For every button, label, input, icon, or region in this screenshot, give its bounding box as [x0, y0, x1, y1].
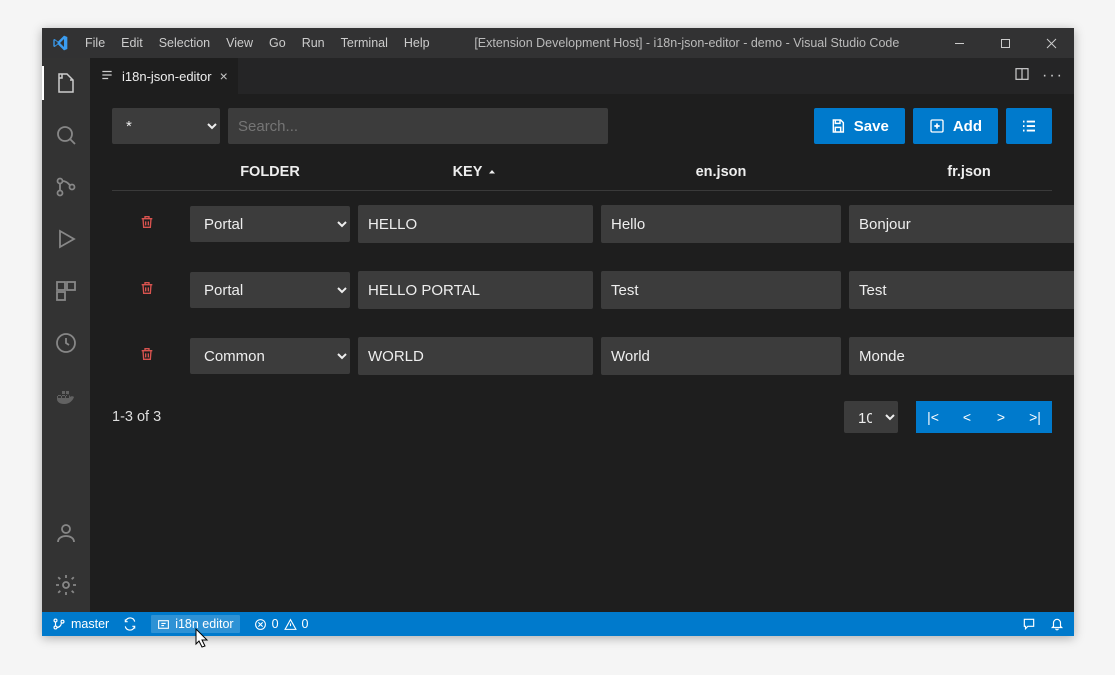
- tab-close-icon[interactable]: ×: [220, 68, 228, 84]
- split-editor-icon[interactable]: [1014, 66, 1030, 87]
- add-button[interactable]: Add: [913, 108, 998, 144]
- view-toggle-button[interactable]: [1006, 108, 1052, 144]
- add-button-label: Add: [953, 118, 982, 135]
- menu-edit[interactable]: Edit: [113, 36, 151, 50]
- folder-filter-select[interactable]: *: [112, 108, 220, 144]
- delete-row-icon[interactable]: [112, 346, 182, 367]
- editor-area: * Save Add: [90, 94, 1074, 612]
- menu-go[interactable]: Go: [261, 36, 294, 50]
- search-input[interactable]: [228, 108, 608, 144]
- tab-icon: [100, 68, 114, 85]
- menu-terminal[interactable]: Terminal: [333, 36, 396, 50]
- status-bell-icon[interactable]: [1050, 617, 1064, 631]
- pagination-summary: 1-3 of 3: [112, 409, 161, 425]
- extensions-icon[interactable]: [42, 274, 90, 308]
- maximize-button[interactable]: [982, 28, 1028, 58]
- activity-bar: [42, 58, 90, 612]
- pager: |< < > >|: [916, 401, 1052, 433]
- vscode-logo-icon: [42, 35, 77, 51]
- pager-prev-button[interactable]: <: [950, 401, 984, 433]
- row-fr-input[interactable]: [849, 205, 1074, 243]
- delete-row-icon[interactable]: [112, 280, 182, 301]
- source-control-icon[interactable]: [42, 170, 90, 204]
- run-debug-icon[interactable]: [42, 222, 90, 256]
- menu-file[interactable]: File: [77, 36, 113, 50]
- row-folder-select[interactable]: Portal: [190, 272, 350, 308]
- save-button-label: Save: [854, 118, 889, 135]
- row-en-input[interactable]: [601, 205, 841, 243]
- row-folder-select[interactable]: Portal: [190, 206, 350, 242]
- row-fr-input[interactable]: [849, 271, 1074, 309]
- save-button[interactable]: Save: [814, 108, 905, 144]
- menu-help[interactable]: Help: [396, 36, 438, 50]
- row-key-input[interactable]: [358, 337, 593, 375]
- pager-next-button[interactable]: >: [984, 401, 1018, 433]
- misc-panel-icon[interactable]: [42, 326, 90, 360]
- delete-row-icon[interactable]: [112, 214, 182, 235]
- menu-view[interactable]: View: [218, 36, 261, 50]
- row-en-input[interactable]: [601, 271, 841, 309]
- page-size-select[interactable]: 10: [844, 401, 898, 433]
- status-bar: master i18n editor 0 0: [42, 612, 1074, 636]
- docker-icon[interactable]: [42, 378, 90, 412]
- tab-bar: i18n-json-editor × ···: [90, 58, 1074, 94]
- more-actions-icon[interactable]: ···: [1042, 67, 1064, 85]
- tab-title: i18n-json-editor: [122, 69, 212, 84]
- row-en-input[interactable]: [601, 337, 841, 375]
- close-window-button[interactable]: [1028, 28, 1074, 58]
- row-folder-select[interactable]: Common: [190, 338, 350, 374]
- table-row: Portal: [112, 257, 1052, 323]
- table-row: Portal: [112, 191, 1052, 257]
- table-row: Common: [112, 323, 1052, 389]
- row-key-input[interactable]: [358, 205, 593, 243]
- column-fr: fr.json: [849, 164, 1074, 180]
- row-key-input[interactable]: [358, 271, 593, 309]
- sort-asc-icon: [486, 166, 498, 178]
- row-fr-input[interactable]: [849, 337, 1074, 375]
- menu-run[interactable]: Run: [294, 36, 333, 50]
- status-branch[interactable]: master: [52, 617, 109, 631]
- explorer-icon[interactable]: [42, 66, 90, 100]
- titlebar: File Edit Selection View Go Run Terminal…: [42, 28, 1074, 58]
- status-feedback-icon[interactable]: [1022, 617, 1036, 631]
- column-en: en.json: [601, 164, 841, 180]
- status-problems[interactable]: 0 0: [254, 617, 309, 631]
- accounts-icon[interactable]: [42, 516, 90, 550]
- pager-last-button[interactable]: >|: [1018, 401, 1052, 433]
- main-menu: File Edit Selection View Go Run Terminal…: [77, 36, 438, 50]
- window-title: [Extension Development Host] - i18n-json…: [438, 36, 936, 50]
- status-i18n-editor[interactable]: i18n editor: [151, 615, 239, 633]
- settings-gear-icon[interactable]: [42, 568, 90, 602]
- minimize-button[interactable]: [936, 28, 982, 58]
- column-key[interactable]: KEY: [358, 164, 593, 180]
- status-sync-icon[interactable]: [123, 617, 137, 631]
- search-icon[interactable]: [42, 118, 90, 152]
- column-folder: FOLDER: [190, 164, 350, 180]
- menu-selection[interactable]: Selection: [151, 36, 218, 50]
- tab-i18n-json-editor[interactable]: i18n-json-editor ×: [90, 58, 239, 94]
- pager-first-button[interactable]: |<: [916, 401, 950, 433]
